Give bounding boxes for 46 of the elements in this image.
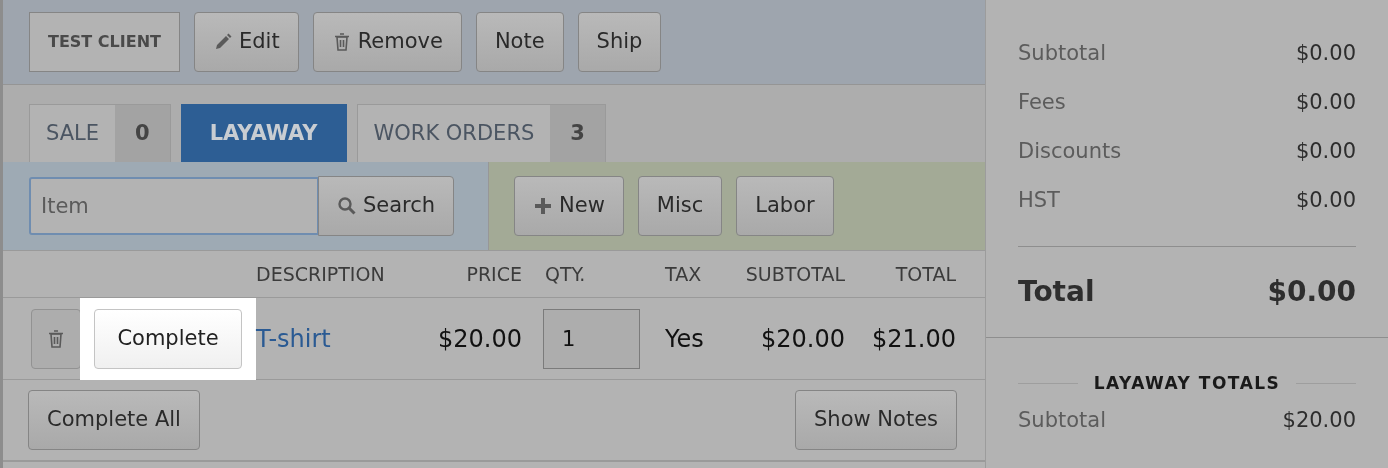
pencil-icon	[213, 32, 233, 52]
action-button[interactable]: Ship	[577, 12, 662, 72]
summary-label: Discounts	[1018, 137, 1122, 165]
search-icon	[337, 196, 357, 216]
column-header: TOTAL	[894, 261, 956, 287]
summary-label: Subtotal	[1018, 407, 1106, 435]
total-value: $0.00	[1267, 274, 1356, 310]
footer-button[interactable]: Show Notes	[795, 390, 957, 450]
summary-value: $20.00	[1282, 407, 1356, 435]
summary-value: $0.00	[1295, 186, 1356, 214]
trash-icon	[46, 329, 66, 349]
section-title: LAYAWAY TOTALS	[1093, 372, 1281, 395]
action-button[interactable]: Note	[475, 12, 564, 72]
plus-icon	[533, 196, 553, 216]
add-button[interactable]: Labor	[736, 176, 834, 236]
summary-label: Subtotal	[1018, 39, 1106, 67]
table-cell: $20.00	[438, 325, 522, 353]
complete-button[interactable]: Complete	[94, 309, 242, 369]
item-link[interactable]: T-shirt	[256, 325, 331, 353]
summary-value: $0.00	[1295, 39, 1356, 67]
action-button[interactable]: Remove	[312, 12, 462, 72]
column-header: TAX	[664, 261, 703, 287]
quantity-field[interactable]: 1	[543, 309, 640, 369]
column-header: QTY.	[544, 261, 587, 287]
tab[interactable]: LAYAWAY	[180, 104, 347, 162]
summary-label: HST	[1018, 186, 1060, 214]
tab[interactable]: SALE 0	[29, 104, 171, 162]
column-header: SUBTOTAL	[744, 261, 845, 287]
tab[interactable]: WORK ORDERS 3	[356, 104, 606, 162]
summary-value: $0.00	[1295, 88, 1356, 116]
table-cell: Yes	[665, 325, 704, 353]
search-field[interactable]: Item	[29, 177, 319, 235]
delete-button[interactable]	[31, 309, 81, 369]
table-cell: $20.00	[761, 325, 845, 353]
table-cell: $21.00	[872, 325, 956, 353]
column-header: DESCRIPTION	[256, 261, 386, 287]
add-button[interactable]: New	[514, 176, 624, 236]
summary-label: Fees	[1018, 88, 1066, 116]
footer-button[interactable]: Complete All	[28, 390, 200, 450]
column-header: PRICE	[465, 261, 522, 287]
action-button[interactable]: Edit	[194, 12, 299, 72]
add-button[interactable]: Misc	[637, 176, 723, 236]
client-button[interactable]: TEST CLIENT	[29, 12, 180, 72]
search-button[interactable]: Search	[318, 176, 455, 236]
summary-value: $0.00	[1295, 137, 1356, 165]
total-label: Total	[1018, 274, 1095, 310]
